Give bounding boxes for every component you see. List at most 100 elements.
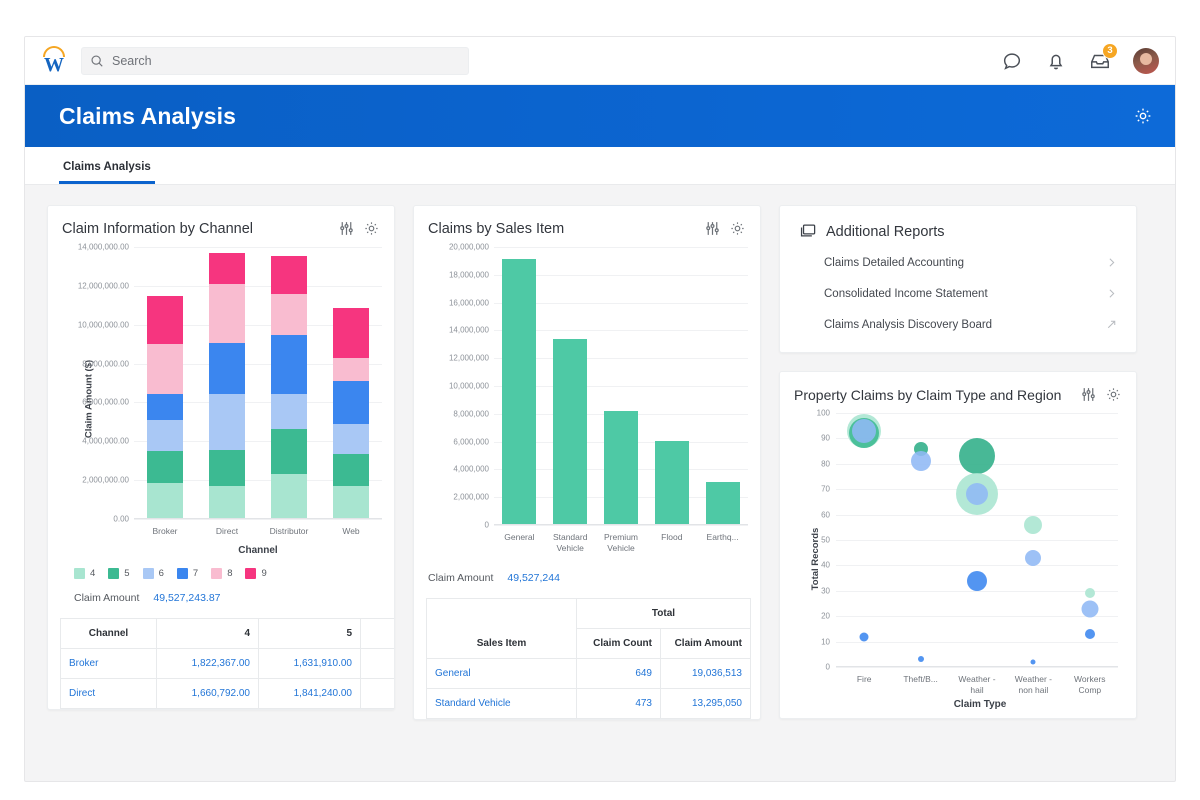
table-row[interactable]: Standard Vehicle47313,295,050 — [427, 689, 751, 719]
bubble-point[interactable] — [1081, 600, 1098, 617]
table-cell[interactable]: 13,295,050 — [661, 689, 751, 719]
table-header-cell[interactable]: Sales Item — [427, 599, 577, 659]
workday-logo[interactable]: W — [39, 45, 69, 77]
bar-segment[interactable] — [209, 394, 245, 450]
bubble-point[interactable] — [1025, 550, 1041, 566]
gear-icon[interactable] — [1133, 106, 1153, 126]
bell-icon[interactable] — [1045, 50, 1067, 72]
bar-segment[interactable] — [333, 358, 369, 381]
gear-icon[interactable] — [1105, 386, 1122, 403]
bar-segment[interactable] — [209, 486, 245, 518]
bar-segment[interactable] — [209, 450, 245, 486]
table-header-cell[interactable]: Channel — [61, 619, 157, 649]
card-title: Property Claims by Claim Type and Region — [794, 387, 1061, 403]
bar-stack[interactable] — [147, 296, 183, 518]
report-link[interactable]: Claims Detailed Accounting — [780, 247, 1136, 278]
bar-segment[interactable] — [147, 344, 183, 394]
bar-segment[interactable] — [147, 296, 183, 344]
bar[interactable] — [706, 482, 740, 524]
bar-segment[interactable] — [209, 284, 245, 343]
search-input[interactable]: Search — [81, 47, 469, 75]
bubble-point[interactable] — [1085, 588, 1095, 598]
table-cell[interactable]: 19,036,513 — [661, 659, 751, 689]
chart-legend: 4 5 6 7 8 9 — [48, 556, 394, 579]
table-cell[interactable]: 1,841,240.00 — [259, 679, 361, 709]
filter-icon[interactable] — [338, 220, 355, 237]
bubble-point[interactable] — [1024, 516, 1042, 534]
bar-segment[interactable] — [333, 424, 369, 454]
table-row[interactable]: General64919,036,513 — [427, 659, 751, 689]
bar-segment[interactable] — [271, 474, 307, 518]
summary-value[interactable]: 49,527,244 — [507, 572, 560, 584]
table-cell[interactable]: 2,893,293 — [361, 679, 395, 709]
bar-stack[interactable] — [209, 253, 245, 518]
bar-segment[interactable] — [147, 451, 183, 483]
bar-stack[interactable] — [333, 308, 369, 518]
bar-stack[interactable] — [271, 256, 307, 518]
bubble-point[interactable] — [959, 438, 995, 474]
table-header-cell[interactable]: Claim Amount — [661, 629, 751, 659]
legend-item[interactable]: 6 — [143, 568, 164, 579]
bubble-point[interactable] — [911, 451, 931, 471]
bar-segment[interactable] — [333, 454, 369, 485]
bar-segment[interactable] — [147, 394, 183, 420]
table-header-cell[interactable] — [361, 619, 395, 649]
bar-segment[interactable] — [271, 335, 307, 393]
table-row[interactable]: Broker1,822,367.001,631,910.001,608,773 — [61, 649, 395, 679]
report-link[interactable]: Claims Analysis Discovery Board — [780, 309, 1136, 340]
gear-icon[interactable] — [363, 220, 380, 237]
filter-icon[interactable] — [1080, 386, 1097, 403]
gear-icon[interactable] — [729, 220, 746, 237]
bar-segment[interactable] — [271, 294, 307, 336]
report-link[interactable]: Consolidated Income Statement — [780, 278, 1136, 309]
table-row[interactable]: Direct1,660,792.001,841,240.002,893,293 — [61, 679, 395, 709]
bubble-point[interactable] — [852, 419, 876, 443]
bar[interactable] — [553, 339, 587, 524]
bar[interactable] — [655, 441, 689, 524]
table-cell[interactable]: Direct — [61, 679, 157, 709]
gridline — [134, 519, 382, 520]
bar-segment[interactable] — [209, 253, 245, 284]
bar[interactable] — [604, 411, 638, 524]
inbox-icon[interactable]: 3 — [1089, 50, 1111, 72]
gridline — [134, 247, 382, 248]
table-header-cell[interactable]: Claim Count — [577, 629, 661, 659]
avatar[interactable] — [1133, 48, 1159, 74]
bar-segment[interactable] — [271, 256, 307, 294]
bubble-point[interactable] — [967, 571, 987, 591]
table-cell[interactable]: Broker — [61, 649, 157, 679]
bar[interactable] — [502, 259, 536, 524]
legend-item[interactable]: 5 — [108, 568, 129, 579]
table-cell[interactable]: 1,660,792.00 — [157, 679, 259, 709]
tab-claims-analysis[interactable]: Claims Analysis — [59, 161, 155, 184]
bar-segment[interactable] — [271, 429, 307, 475]
table-cell[interactable]: 1,631,910.00 — [259, 649, 361, 679]
legend-item[interactable]: 8 — [211, 568, 232, 579]
legend-item[interactable]: 4 — [74, 568, 95, 579]
table-header-cell[interactable]: 5 — [259, 619, 361, 649]
bubble-point[interactable] — [1085, 629, 1095, 639]
bubble-point[interactable] — [966, 483, 988, 505]
chat-icon[interactable] — [1001, 50, 1023, 72]
table-cell[interactable]: 473 — [577, 689, 661, 719]
table-cell[interactable]: Standard Vehicle — [427, 689, 577, 719]
summary-value[interactable]: 49,527,243.87 — [153, 592, 220, 604]
bar-segment[interactable] — [333, 308, 369, 358]
table-cell[interactable]: 1,608,773 — [361, 649, 395, 679]
table-header-cell[interactable]: 4 — [157, 619, 259, 649]
table-cell[interactable]: 649 — [577, 659, 661, 689]
bar-segment[interactable] — [209, 343, 245, 394]
bubble-point[interactable] — [1031, 659, 1036, 664]
bubble-point[interactable] — [860, 632, 869, 641]
table-cell[interactable]: General — [427, 659, 577, 689]
bar-segment[interactable] — [333, 381, 369, 424]
table-cell[interactable]: 1,822,367.00 — [157, 649, 259, 679]
legend-item[interactable]: 9 — [245, 568, 266, 579]
filter-icon[interactable] — [704, 220, 721, 237]
legend-item[interactable]: 7 — [177, 568, 198, 579]
bar-segment[interactable] — [147, 420, 183, 451]
bar-segment[interactable] — [271, 394, 307, 429]
bar-segment[interactable] — [147, 483, 183, 518]
bubble-point[interactable] — [918, 656, 924, 662]
bar-segment[interactable] — [333, 486, 369, 518]
